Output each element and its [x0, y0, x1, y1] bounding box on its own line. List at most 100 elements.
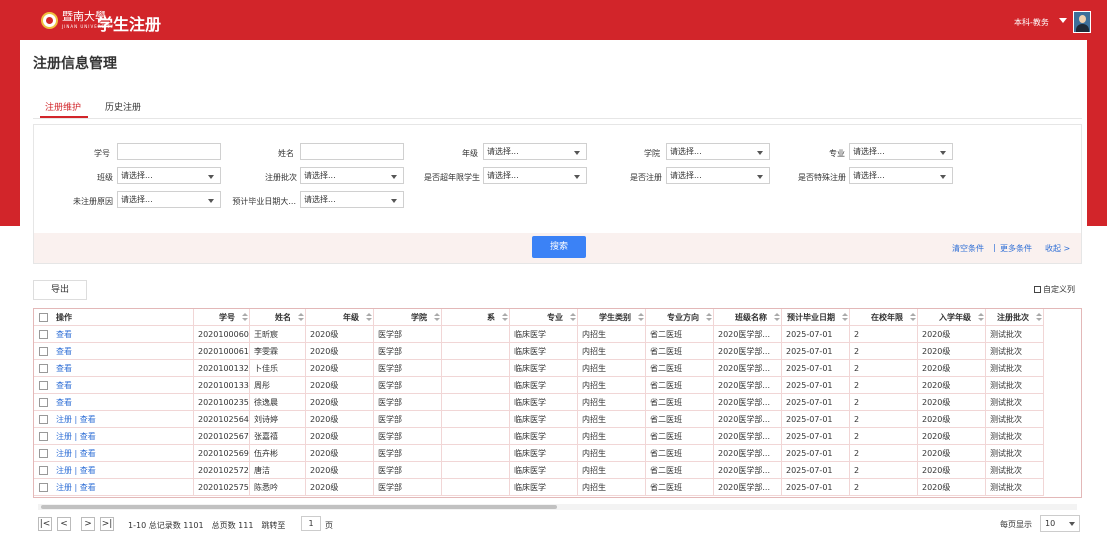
column-header-actions[interactable]: 操作: [34, 309, 194, 326]
column-header-label: 操作: [56, 313, 72, 322]
select-all-checkbox[interactable]: [39, 313, 48, 322]
cell-student-id: 2020100132: [194, 360, 250, 377]
unregistered-reason-select[interactable]: 请选择...: [117, 191, 221, 208]
column-header-college[interactable]: 学院: [374, 309, 442, 326]
cell-graduation-date: 2025-07-01: [782, 411, 850, 428]
special-label: 是否特殊注册: [798, 173, 846, 182]
college-select[interactable]: 请选择...: [666, 143, 770, 160]
row-checkbox[interactable]: [39, 381, 48, 390]
column-header-major-direction[interactable]: 专业方向: [646, 309, 714, 326]
chevron-down-icon: [208, 175, 214, 179]
major-select[interactable]: 请选择...: [849, 143, 953, 160]
row-checkbox[interactable]: [39, 415, 48, 424]
column-header-student-type[interactable]: 学生类别: [578, 309, 646, 326]
cell-student-type: 内招生: [578, 394, 646, 411]
column-header-class-name[interactable]: 班级名称: [714, 309, 782, 326]
grade-label: 年级: [462, 149, 478, 158]
tab-registration-history[interactable]: 历史注册: [105, 100, 141, 113]
row-checkbox[interactable]: [39, 347, 48, 356]
next-page-button[interactable]: >: [81, 517, 95, 531]
row-checkbox[interactable]: [39, 364, 48, 373]
chevron-down-icon: [940, 151, 946, 155]
cell-actions[interactable]: 注册 | 查看: [34, 445, 194, 462]
cell-major: 临床医学: [510, 411, 578, 428]
over-limit-label: 是否超年限学生: [424, 173, 480, 182]
column-header-entry-grade[interactable]: 入学年级: [918, 309, 986, 326]
row-checkbox[interactable]: [39, 432, 48, 441]
cell-department: [442, 479, 510, 496]
special-select[interactable]: 请选择...: [849, 167, 953, 184]
cell-registration-batch: 测试批次: [986, 428, 1044, 445]
user-avatar[interactable]: [1073, 11, 1091, 33]
cell-graduation-date: 2025-07-01: [782, 462, 850, 479]
cell-actions[interactable]: 注册 | 查看: [34, 479, 194, 496]
chevron-down-icon[interactable]: [1059, 18, 1067, 23]
cell-years-enrolled: 2: [850, 343, 918, 360]
cell-actions[interactable]: 查看: [34, 394, 194, 411]
row-checkbox[interactable]: [39, 398, 48, 407]
cell-actions[interactable]: 注册 | 查看: [34, 411, 194, 428]
scrollbar-thumb[interactable]: [41, 505, 557, 509]
column-header-department[interactable]: 系: [442, 309, 510, 326]
cell-college: 医学部: [374, 462, 442, 479]
over-limit-select[interactable]: 请选择...: [483, 167, 587, 184]
customize-columns-label: 自定义列: [1043, 285, 1075, 294]
row-checkbox[interactable]: [39, 449, 48, 458]
cell-name: 李雯霖: [250, 343, 306, 360]
cell-entry-grade: 2020级: [918, 411, 986, 428]
student-id-input[interactable]: [117, 143, 221, 160]
cell-class-name: 2020医学部...: [714, 479, 782, 496]
cell-grade: 2020级: [306, 326, 374, 343]
row-checkbox[interactable]: [39, 466, 48, 475]
chevron-down-icon: [757, 175, 763, 179]
page-jump-input[interactable]: 1: [301, 516, 321, 531]
table-row: 查看 2020100060 王昕宸 2020级 医学部 临床医学 内招生 省二医班 2020医学…: [34, 326, 1081, 343]
clear-filters-link[interactable]: 清空条件: [952, 243, 984, 254]
export-button[interactable]: 导出: [33, 280, 87, 300]
column-header-student-id[interactable]: 学号: [194, 309, 250, 326]
last-page-button[interactable]: >|: [100, 517, 114, 531]
row-checkbox[interactable]: [39, 483, 48, 492]
cell-name: 伍卉彬: [250, 445, 306, 462]
column-header-name[interactable]: 姓名: [250, 309, 306, 326]
per-page-select[interactable]: 10: [1040, 515, 1080, 532]
cell-class-name: 2020医学部...: [714, 445, 782, 462]
cell-major-direction: 省二医班: [646, 394, 714, 411]
column-header-registration-batch[interactable]: 注册批次: [986, 309, 1044, 326]
cell-major-direction: 省二医班: [646, 428, 714, 445]
more-filters-link[interactable]: 更多条件: [1000, 243, 1032, 254]
batch-select[interactable]: 请选择...: [300, 167, 404, 184]
customize-columns-button[interactable]: 自定义列: [1034, 284, 1075, 295]
tab-registration-maintenance[interactable]: 注册维护: [45, 100, 81, 113]
cell-name: 陈悉吟: [250, 479, 306, 496]
cell-actions[interactable]: 查看: [34, 326, 194, 343]
collapse-filters-link[interactable]: 收起 >: [1045, 243, 1070, 254]
class-select[interactable]: 请选择...: [117, 167, 221, 184]
cell-grade: 2020级: [306, 445, 374, 462]
first-page-button[interactable]: |<: [38, 517, 52, 531]
column-header-grade[interactable]: 年级: [306, 309, 374, 326]
cell-actions[interactable]: 注册 | 查看: [34, 428, 194, 445]
cell-student-type: 内招生: [578, 326, 646, 343]
cell-major: 临床医学: [510, 462, 578, 479]
cell-actions[interactable]: 查看: [34, 377, 194, 394]
grade-select[interactable]: 请选择...: [483, 143, 587, 160]
page-unit-label: 页: [325, 521, 333, 530]
column-header-major[interactable]: 专业: [510, 309, 578, 326]
chevron-down-icon: [574, 175, 580, 179]
cell-actions[interactable]: 查看: [34, 343, 194, 360]
prev-page-button[interactable]: <: [57, 517, 71, 531]
user-role-menu[interactable]: 本科-教务: [1014, 17, 1049, 28]
column-header-label: 班级名称: [735, 313, 767, 322]
registered-select[interactable]: 请选择...: [666, 167, 770, 184]
cell-actions[interactable]: 查看: [34, 360, 194, 377]
name-input[interactable]: [300, 143, 404, 160]
row-checkbox[interactable]: [39, 330, 48, 339]
cell-actions[interactable]: 注册 | 查看: [34, 462, 194, 479]
cell-major: 临床医学: [510, 360, 578, 377]
column-header-graduation-date[interactable]: 预计毕业日期: [782, 309, 850, 326]
column-header-years-enrolled[interactable]: 在校年限: [850, 309, 918, 326]
graduation-date-select[interactable]: 请选择...: [300, 191, 404, 208]
search-button[interactable]: 搜索: [532, 236, 586, 258]
page-info: 1-10 总记录数 1101 总页数 111 跳转至: [128, 521, 286, 530]
